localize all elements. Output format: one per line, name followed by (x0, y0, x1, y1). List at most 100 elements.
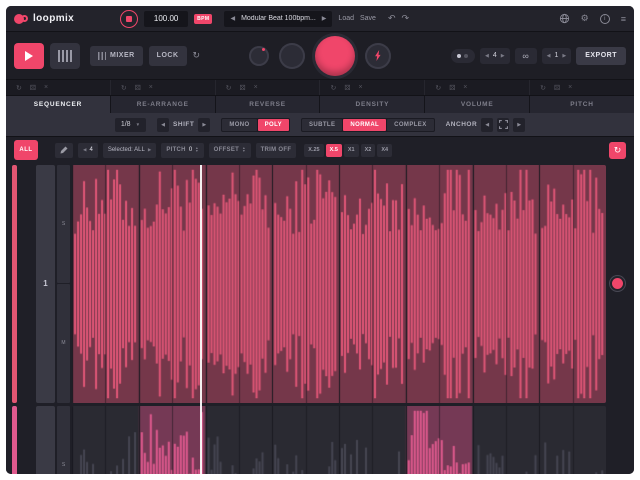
count-prev-icon: ◀ (83, 147, 87, 152)
shift-left-button[interactable]: ◀ (157, 117, 170, 132)
tab-volume[interactable]: VOLUME (425, 96, 531, 113)
select-all-button[interactable]: ALL (14, 140, 38, 160)
anchor-left-button[interactable]: ◀ (481, 117, 494, 132)
rate-select[interactable]: 1/8 ▼ (114, 117, 147, 132)
refresh-icon[interactable]: ↻ (226, 84, 232, 92)
pitch-label: PITCH (166, 147, 186, 153)
shift-right-button[interactable]: ▶ (198, 117, 211, 132)
anchor-right-button[interactable]: ▶ (513, 117, 526, 132)
page-dots[interactable] (450, 48, 475, 63)
complexity-normal[interactable]: NORMAL (343, 118, 387, 131)
trigger-fx-button[interactable] (365, 42, 391, 69)
refresh-icon[interactable]: ↻ (121, 84, 127, 92)
dice-icon[interactable]: ⚄ (449, 84, 455, 92)
save-button[interactable]: Save (360, 15, 376, 22)
play-icon (25, 50, 33, 61)
selected-loops-control[interactable]: Selected: ALL ▶ (102, 142, 157, 158)
offset-label: OFFSET (213, 147, 240, 153)
clear-icon[interactable]: × (149, 84, 153, 91)
rate-value: 1/8 (120, 121, 131, 128)
dice-icon[interactable]: ⚄ (554, 84, 560, 92)
clear-icon[interactable]: × (358, 84, 362, 91)
complexity-subtle[interactable]: SUBTLE (301, 118, 343, 131)
load-button[interactable]: Load (338, 15, 354, 22)
knob-medium[interactable] (279, 42, 305, 69)
page-next-button[interactable]: ▶ (562, 53, 566, 59)
record-loop-button[interactable] (611, 278, 623, 290)
dice-icon[interactable]: ⚄ (30, 84, 36, 92)
retrigger-button[interactable]: ↻ (609, 141, 626, 159)
clear-icon[interactable]: × (254, 84, 258, 91)
dice-icon[interactable]: ⚄ (344, 84, 350, 92)
mixer-button[interactable]: MIXER (90, 45, 143, 66)
tab-reverse[interactable]: REVERSE (215, 96, 321, 113)
sync-refresh-icon[interactable]: ↻ (193, 50, 201, 61)
globe-icon[interactable] (559, 13, 570, 24)
anchor-expand-button[interactable] (497, 117, 510, 132)
redo-button[interactable]: ↷ (402, 13, 410, 24)
speed-x4[interactable]: X4 (377, 143, 393, 157)
refresh-icon[interactable]: ↻ (540, 84, 546, 92)
clear-icon[interactable]: × (44, 84, 48, 91)
speed-buttons: X.25 X.5 X1 X2 X4 (304, 143, 393, 157)
refresh-icon[interactable]: ↻ (330, 84, 336, 92)
transport-left: MIXER LOCK ↻ (14, 42, 201, 69)
refresh-icon[interactable]: ↻ (16, 84, 22, 92)
menu-icon[interactable]: ≡ (621, 14, 626, 24)
tab-density[interactable]: DENSITY (320, 96, 426, 113)
dice-icon[interactable]: ⚄ (240, 84, 246, 92)
solo-button[interactable]: S (57, 165, 70, 284)
track-waveform-lane[interactable] (72, 165, 606, 403)
trim-toggle[interactable]: TRIM OFF (255, 142, 297, 158)
undo-button[interactable]: ↶ (388, 13, 396, 24)
preset-next-button[interactable]: ▶ (322, 15, 327, 22)
tab-pitch[interactable]: PITCH (530, 96, 634, 113)
dice-icon[interactable]: ⚄ (135, 84, 141, 92)
voice-mode-mono[interactable]: MONO (222, 118, 257, 131)
speed-x_5[interactable]: X.5 (325, 143, 342, 157)
preset-name[interactable]: Modular Beat 100bpm... (241, 15, 316, 22)
loop-count-stepper[interactable]: ◀ 4 (78, 142, 98, 158)
track-waveform-lane[interactable] (72, 405, 606, 474)
record-button[interactable] (120, 9, 139, 28)
keys-view-button[interactable] (50, 42, 80, 69)
page-prev-button[interactable]: ◀ (547, 53, 551, 59)
speed-x2[interactable]: X2 (360, 143, 376, 157)
track-row: 1SM (12, 165, 626, 403)
speed-x_25[interactable]: X.25 (304, 143, 324, 157)
mute-button[interactable]: M (57, 284, 70, 403)
tab-re-arrange[interactable]: RE-ARRANGE (110, 96, 216, 113)
pitch-stepper[interactable]: ▲ ▼ (195, 146, 198, 154)
voice-mode-poly[interactable]: POLY (257, 118, 289, 131)
offset-control[interactable]: OFFSET ▲ ▼ (208, 142, 251, 158)
waveform-canvas[interactable] (72, 165, 606, 403)
anchor-control: ANCHOR ◀ ▶ (446, 117, 526, 132)
bars-prev-button[interactable]: ◀ (485, 53, 489, 59)
offset-stepper[interactable]: ▲ ▼ (242, 146, 245, 154)
lock-button[interactable]: LOCK (148, 45, 187, 66)
waveform-canvas[interactable] (72, 405, 606, 474)
play-button[interactable] (14, 42, 44, 69)
pitch-control[interactable]: PITCH 0 ▲ ▼ (161, 142, 204, 158)
bpm-display[interactable]: 100.00 (144, 10, 189, 27)
macro-knobs (249, 35, 391, 76)
main-macro-knob[interactable] (315, 35, 355, 76)
track-indent (19, 406, 34, 475)
info-icon[interactable]: i (599, 13, 610, 24)
solo-button[interactable]: S (57, 405, 70, 474)
bars-next-button[interactable]: ▶ (501, 53, 505, 59)
settings-gear-icon[interactable]: ⚙ (581, 13, 589, 24)
loopmix-app: loopmix 100.00 BPM ◀ Modular Beat 100bpm… (6, 6, 634, 474)
edit-pencil-button[interactable] (55, 142, 73, 158)
export-button[interactable]: EXPORT (576, 46, 626, 65)
complexity-complex[interactable]: COMPLEX (387, 118, 434, 131)
refresh-icon[interactable]: ↻ (435, 84, 441, 92)
tab-sequencer[interactable]: SEQUENCER (6, 96, 111, 113)
speed-x1[interactable]: X1 (343, 143, 359, 157)
loop-infinity-button[interactable]: ∞ (514, 47, 537, 64)
clear-icon[interactable]: × (568, 84, 572, 91)
clear-icon[interactable]: × (463, 84, 467, 91)
knob-small[interactable] (249, 45, 269, 66)
preset-prev-button[interactable]: ◀ (230, 15, 235, 22)
voice-mode-toggle: MONO POLY (221, 117, 290, 132)
